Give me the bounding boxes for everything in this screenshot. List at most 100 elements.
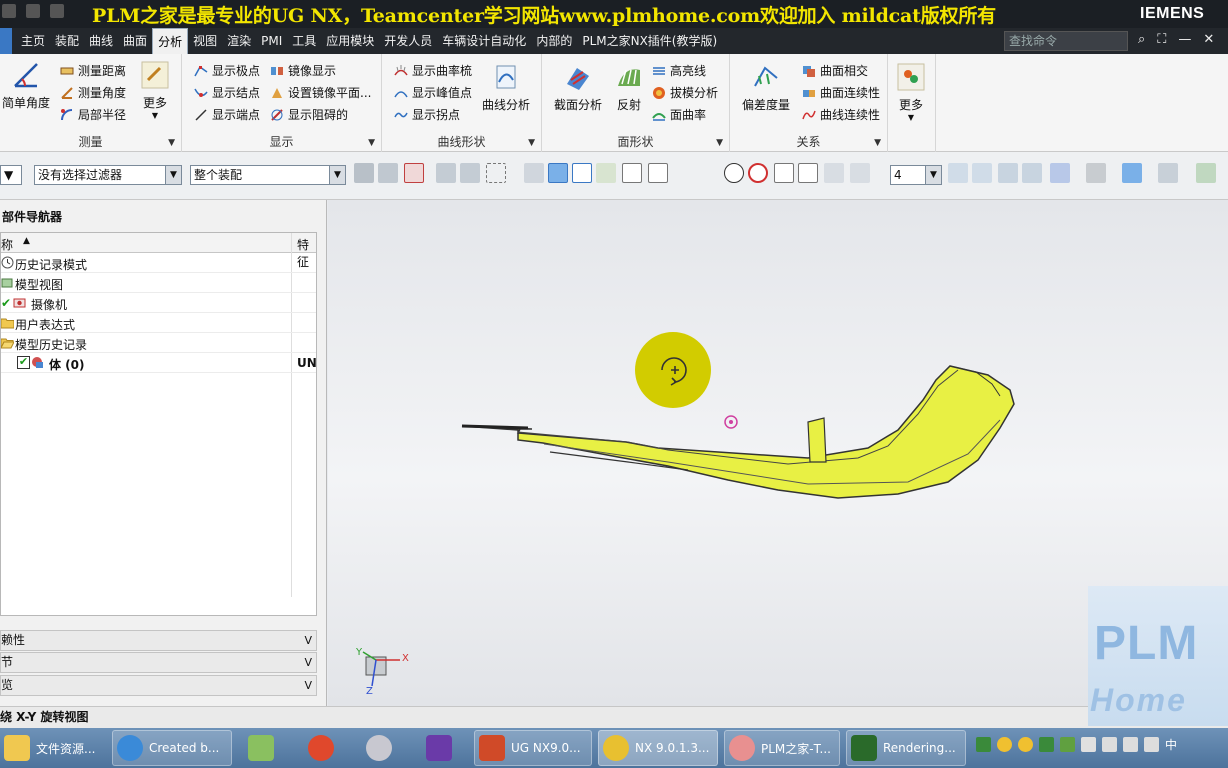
tab-assembly[interactable]: 装配 — [50, 28, 84, 54]
local-radius-button[interactable]: 局部半径 — [60, 106, 126, 123]
network-icon[interactable] — [1102, 737, 1117, 752]
chevron-down-icon[interactable]: ▼ — [368, 138, 375, 148]
taskbar-powerpoint[interactable]: UG NX9.0... — [474, 730, 592, 766]
chevron-down-icon[interactable]: ▼ — [168, 138, 175, 148]
tab-developer[interactable]: 开发人员 — [379, 28, 437, 54]
draft-analysis-button[interactable]: 拔模分析 — [652, 84, 718, 101]
select-icon[interactable] — [354, 163, 374, 183]
show-curvature-comb-button[interactable]: 显示曲率梳 — [394, 62, 472, 79]
work-layer-icon[interactable] — [1196, 163, 1216, 183]
reflection-button[interactable]: 反射 — [614, 62, 644, 113]
curve-analysis-button[interactable]: 曲线分析 — [482, 62, 530, 113]
mirror-display-button[interactable]: 镜像显示 — [270, 62, 336, 79]
fit-view-icon[interactable] — [948, 163, 968, 183]
search-icon[interactable]: ⌕ — [1138, 32, 1145, 47]
chevron-down-icon[interactable]: ▼ — [528, 138, 535, 148]
tab-view[interactable]: 视图 — [188, 28, 222, 54]
show-endpoints-button[interactable]: 显示端点 — [194, 106, 260, 123]
qq-icon[interactable] — [1018, 737, 1033, 752]
zoom-icon[interactable] — [972, 163, 992, 183]
tab-curve[interactable]: 曲线 — [84, 28, 118, 54]
tab-pmi[interactable]: PMI — [256, 28, 287, 54]
pan-icon[interactable] — [1022, 163, 1042, 183]
volume-icon[interactable] — [1123, 737, 1138, 752]
part-model[interactable] — [461, 365, 1015, 499]
cube-select-icon[interactable] — [548, 163, 568, 183]
simple-angle-button[interactable]: 简单角度 — [2, 60, 50, 111]
chevron-down-icon[interactable]: V — [304, 653, 312, 672]
face-snap-icon[interactable] — [824, 163, 844, 183]
show-poles-button[interactable]: 显示极点 — [194, 62, 260, 79]
box-select-icon[interactable] — [486, 163, 506, 183]
chevron-down-icon[interactable]: ▼ — [329, 166, 345, 184]
nvidia-icon[interactable] — [1060, 737, 1075, 752]
number-select[interactable]: 4 ▼ — [890, 165, 942, 185]
graphics-window[interactable]: X Y Z PLM Home — [328, 200, 1228, 726]
undo-icon[interactable] — [26, 4, 40, 18]
taskbar-ie[interactable]: Created b... — [112, 730, 232, 766]
intersection-snap-icon[interactable] — [698, 163, 718, 183]
restore-icon[interactable]: ⛶ — [1157, 32, 1166, 47]
command-search-input[interactable]: 查找命令 — [1004, 31, 1128, 51]
face-intersection-button[interactable]: 曲面相交 — [802, 62, 868, 79]
tray-app-icon[interactable] — [1039, 737, 1054, 752]
measure-angle-button[interactable]: 测量角度 — [60, 84, 126, 101]
face-curvature-button[interactable]: 面曲率 — [652, 106, 706, 123]
show-knots-button[interactable]: 显示结点 — [194, 84, 260, 101]
dependencies-panel[interactable]: 赖性 V — [0, 630, 317, 651]
satellite-icon[interactable] — [366, 735, 392, 761]
tree-row-model-views[interactable]: 模型视图 — [1, 273, 316, 293]
file-menu-button[interactable] — [0, 28, 12, 54]
select-icon[interactable] — [378, 163, 398, 183]
menu-dropdown[interactable]: ▼ — [0, 165, 22, 185]
redo-icon[interactable] — [50, 4, 64, 18]
chevron-down-icon[interactable]: ▼ — [165, 166, 181, 184]
render-style-icon[interactable] — [1086, 163, 1106, 183]
save-icon[interactable] — [2, 4, 16, 18]
center-snap-icon[interactable] — [724, 163, 744, 183]
tab-render[interactable]: 渲染 — [222, 28, 256, 54]
qq-icon[interactable] — [997, 737, 1012, 752]
point-snap-icon[interactable] — [572, 163, 592, 183]
tab-internal[interactable]: 内部的 — [531, 28, 577, 54]
view-orient-icon[interactable] — [1122, 163, 1142, 183]
flag-icon[interactable] — [1081, 737, 1096, 752]
selection-filter-select[interactable]: 没有选择过滤器 ▼ — [34, 165, 182, 185]
measure-distance-button[interactable]: 测量距离 — [60, 62, 126, 79]
preview-panel[interactable]: 览 V — [0, 675, 317, 696]
taskbar-plmhome[interactable]: PLM之家-T... — [724, 730, 840, 766]
select-add-icon[interactable] — [404, 163, 424, 183]
deviation-gauge-button[interactable]: 偏差度量 — [742, 62, 790, 113]
assembly-scope-select[interactable]: 整个装配 ▼ — [190, 165, 346, 185]
tree-row-cameras[interactable]: ✔ 摄像机 — [1, 293, 316, 313]
visibility-icon[interactable] — [1158, 163, 1178, 183]
minimize-icon[interactable]: — — [1178, 32, 1191, 47]
chevron-down-icon[interactable]: ▼ — [716, 138, 723, 148]
chrome-icon[interactable] — [308, 735, 334, 761]
tab-surface[interactable]: 曲面 — [118, 28, 152, 54]
tab-analysis[interactable]: 分析 — [152, 28, 189, 54]
tab-plmhome-plugin[interactable]: PLM之家NX插件(教学版) — [577, 28, 722, 54]
endpoint-snap-icon[interactable] — [622, 163, 642, 183]
point-on-curve-icon[interactable] — [774, 163, 794, 183]
column-name-header[interactable]: 称 — [1, 236, 13, 253]
taskbar-nx[interactable]: NX 9.0.1.3... — [598, 730, 718, 766]
tree-row-history-mode[interactable]: 历史记录模式 — [1, 253, 316, 273]
tree-row-model-history[interactable]: 模型历史记录 — [1, 333, 316, 353]
measure-more-button[interactable]: 更多 ▼ — [140, 60, 170, 120]
tangent-snap-icon[interactable] — [798, 163, 818, 183]
select-icon[interactable] — [436, 163, 456, 183]
tab-home[interactable]: 主页 — [16, 28, 50, 54]
show-inflections-button[interactable]: 显示拐点 — [394, 106, 460, 123]
rotate-icon[interactable] — [998, 163, 1018, 183]
layout-icon[interactable] — [1050, 163, 1070, 183]
quadrant-snap-icon[interactable] — [748, 163, 768, 183]
close-icon[interactable]: ✕ — [1203, 32, 1214, 47]
chevron-down-icon[interactable]: V — [304, 676, 312, 695]
details-panel[interactable]: 节 V — [0, 652, 317, 673]
visual-studio-icon[interactable] — [426, 735, 452, 761]
tab-applications[interactable]: 应用模块 — [321, 28, 379, 54]
tab-tools[interactable]: 工具 — [287, 28, 321, 54]
show-blocking-button[interactable]: 显示阻碍的 — [270, 106, 348, 123]
select-icon[interactable] — [460, 163, 480, 183]
